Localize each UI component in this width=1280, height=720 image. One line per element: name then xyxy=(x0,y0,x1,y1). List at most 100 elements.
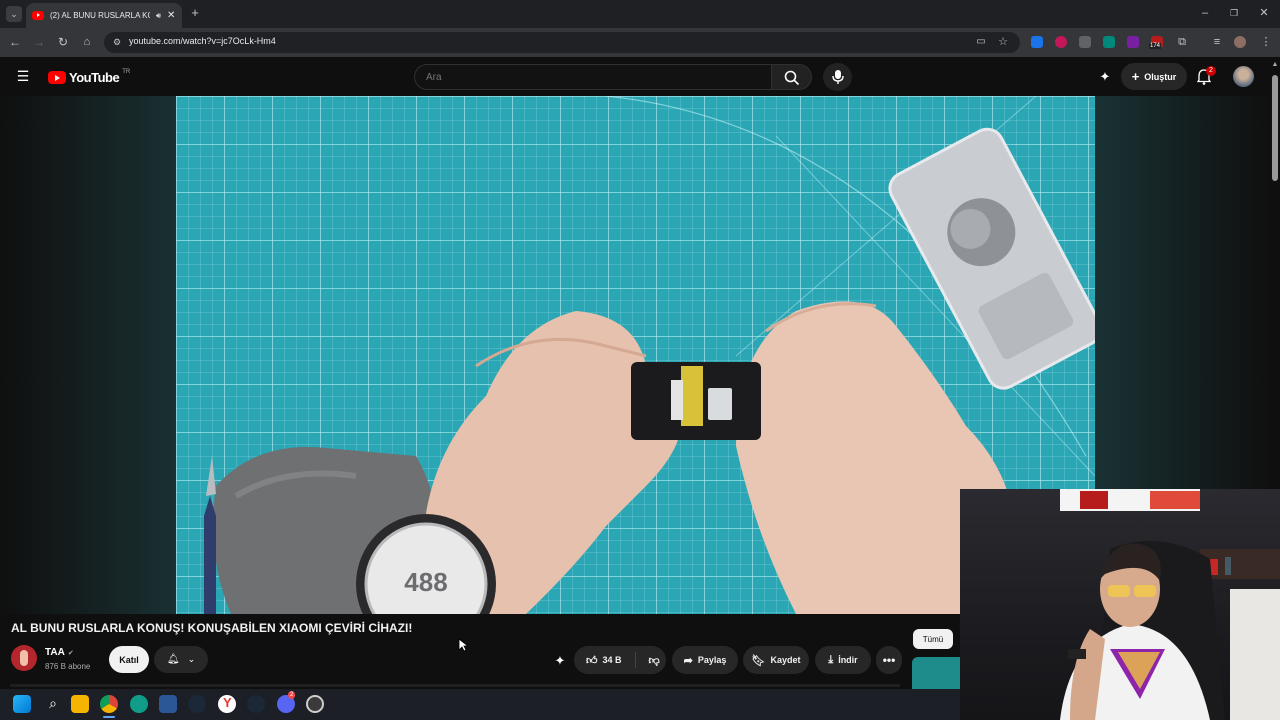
minimize-icon[interactable]: – xyxy=(1198,6,1212,20)
store-icon[interactable] xyxy=(159,695,177,713)
watch-face-digits: 488 xyxy=(404,567,447,597)
channel-name-row[interactable]: TAA ✔ xyxy=(45,647,74,658)
address-bar[interactable]: ⚙ youtube.com/watch?v=jc7OcLk-Hm4 ▭ ☆ xyxy=(104,32,1020,53)
youtube-favicon-icon xyxy=(32,11,44,20)
tab-title: (2) AL BUNU RUSLARLA KO xyxy=(50,11,150,20)
more-horizontal-icon: ••• xyxy=(882,653,896,667)
notification-badge: 2 xyxy=(1206,66,1216,76)
webcam-scene xyxy=(1060,489,1280,720)
thumbs-down-icon: 👎︎ xyxy=(648,654,660,667)
back-icon[interactable]: ← xyxy=(8,35,22,49)
more-actions-button[interactable]: ••• xyxy=(876,646,902,674)
steam-icon[interactable] xyxy=(188,695,206,713)
extension-6-icon[interactable]: 174 xyxy=(1149,36,1163,49)
ask-ai-sparkle-icon[interactable]: ✦ xyxy=(553,654,567,668)
save-button[interactable]: 🔖︎ Kaydet xyxy=(743,646,809,674)
voice-search-button[interactable] xyxy=(823,63,852,91)
like-button[interactable]: 👍︎ 34 B xyxy=(586,654,622,667)
download-button[interactable]: ⤓ İndir xyxy=(815,646,871,674)
chrome-menu-icon[interactable]: ⋮ xyxy=(1259,35,1273,49)
share-arrow-icon: ➦ xyxy=(683,654,693,667)
scroll-up-icon[interactable]: ▲ xyxy=(1270,58,1280,72)
youtube-logo-text: YouTube xyxy=(69,70,120,85)
active-app-indicator xyxy=(103,716,115,718)
extension-2-icon[interactable] xyxy=(1055,36,1067,48)
chrome-taskbar-icon[interactable] xyxy=(100,695,118,713)
tab-close-icon[interactable]: ✕ xyxy=(167,10,175,21)
youtube-logo[interactable]: YouTube TR xyxy=(48,68,131,85)
thumbs-up-icon: 👍︎ xyxy=(586,654,598,667)
like-divider xyxy=(634,652,636,668)
forward-icon[interactable]: → xyxy=(32,35,46,49)
ambient-glow-right xyxy=(1095,96,1270,491)
mouse-cursor-icon xyxy=(458,638,468,652)
windows-start-icon[interactable] xyxy=(13,695,31,713)
new-tab-icon[interactable]: + xyxy=(188,6,202,20)
download-icon: ⤓ xyxy=(828,653,834,666)
download-label: İndir xyxy=(838,655,858,665)
like-dislike-group: 👍︎ 34 B 👎︎ xyxy=(574,646,666,674)
youtube-region-code: TR xyxy=(122,68,131,75)
video-title: AL BUNU RUSLARLA KONUŞ! KONUŞABİLEN XIAO… xyxy=(11,621,413,635)
steam-2-icon[interactable] xyxy=(247,695,265,713)
create-label: Oluştur xyxy=(1144,71,1177,82)
cast-icon[interactable]: ▭ xyxy=(974,35,988,49)
file-explorer-icon[interactable] xyxy=(71,695,89,713)
ambient-glow-left xyxy=(0,96,176,614)
subscriber-count: 876 B abone xyxy=(45,662,91,671)
share-button[interactable]: ➦ Paylaş xyxy=(672,646,738,674)
video-frame-scene: 488 xyxy=(204,96,1095,614)
extension-4-icon[interactable] xyxy=(1103,36,1115,48)
filter-chip-all[interactable]: Tümü xyxy=(913,629,953,649)
url-text: youtube.com/watch?v=jc7OcLk-Hm4 xyxy=(129,36,276,46)
tab-audio-icon[interactable]: 🔊︎ xyxy=(156,11,161,21)
share-label: Paylaş xyxy=(697,655,727,665)
webcam-overlay xyxy=(960,489,1280,720)
home-icon[interactable]: ⌂ xyxy=(80,35,94,49)
tab-youtube[interactable]: (2) AL BUNU RUSLARLA KO 🔊︎ ✕ xyxy=(26,3,182,28)
search-button[interactable] xyxy=(772,64,812,90)
bookmark-star-icon[interactable]: ☆ xyxy=(996,35,1010,49)
ai-sparkle-icon[interactable]: ✦ xyxy=(1098,70,1112,84)
profile-avatar-icon[interactable] xyxy=(1234,36,1246,48)
channel-avatar[interactable] xyxy=(11,645,37,671)
extensions-puzzle-icon[interactable]: ⧉ xyxy=(1175,35,1189,49)
create-button[interactable]: + Oluştur xyxy=(1121,63,1187,90)
edge-icon[interactable] xyxy=(130,695,148,713)
save-label: Kaydet xyxy=(770,655,801,665)
discord-icon[interactable]: 2 xyxy=(277,691,296,713)
reload-icon[interactable]: ↻ xyxy=(56,35,70,49)
taskbar-search-icon[interactable]: ⌕ xyxy=(44,696,62,710)
channel-name: TAA xyxy=(45,647,65,658)
extension-5-icon[interactable] xyxy=(1127,36,1139,48)
microphone-icon xyxy=(832,70,844,84)
youtube-play-logo-icon xyxy=(48,71,66,84)
video-player[interactable]: 488 xyxy=(176,96,1095,614)
site-info-icon[interactable]: ⚙ xyxy=(110,35,124,49)
subscription-notify-button[interactable]: 🔔︎ ⌄ xyxy=(154,646,208,673)
extension-3-icon[interactable] xyxy=(1079,36,1091,48)
bookmark-icon: 🔖︎ xyxy=(751,654,766,667)
dislike-button[interactable]: 👎︎ xyxy=(649,654,660,667)
account-avatar[interactable] xyxy=(1233,66,1254,87)
verified-check-icon: ✔ xyxy=(67,649,74,657)
related-video-thumbnail[interactable] xyxy=(912,657,960,689)
app-icon[interactable] xyxy=(306,695,324,713)
plus-icon: + xyxy=(1131,69,1140,84)
search-input[interactable] xyxy=(414,64,772,90)
search-icon xyxy=(784,70,800,86)
subscribe-bell-icon: 🔔︎ xyxy=(166,654,180,665)
chevron-down-icon: ⌄ xyxy=(187,654,196,664)
guide-menu-icon[interactable]: ☰ xyxy=(16,69,30,83)
restore-icon[interactable]: ❐ xyxy=(1227,6,1241,20)
join-button[interactable]: Katıl xyxy=(109,646,149,673)
extension-1-icon[interactable] xyxy=(1031,36,1043,48)
page-scrollbar-thumb[interactable] xyxy=(1272,75,1278,181)
notifications-button[interactable]: 2 xyxy=(1196,66,1216,86)
browser-tab-strip: ⌄ (2) AL BUNU RUSLARLA KO 🔊︎ ✕ + – ❐ ✕ xyxy=(0,0,1280,28)
extension-badge: 174 xyxy=(1149,43,1162,49)
yandex-icon[interactable]: Y xyxy=(218,695,236,713)
reading-list-icon[interactable]: ≡ xyxy=(1210,35,1224,49)
close-window-icon[interactable]: ✕ xyxy=(1257,6,1271,20)
tab-search-chevron-icon[interactable]: ⌄ xyxy=(6,6,22,22)
